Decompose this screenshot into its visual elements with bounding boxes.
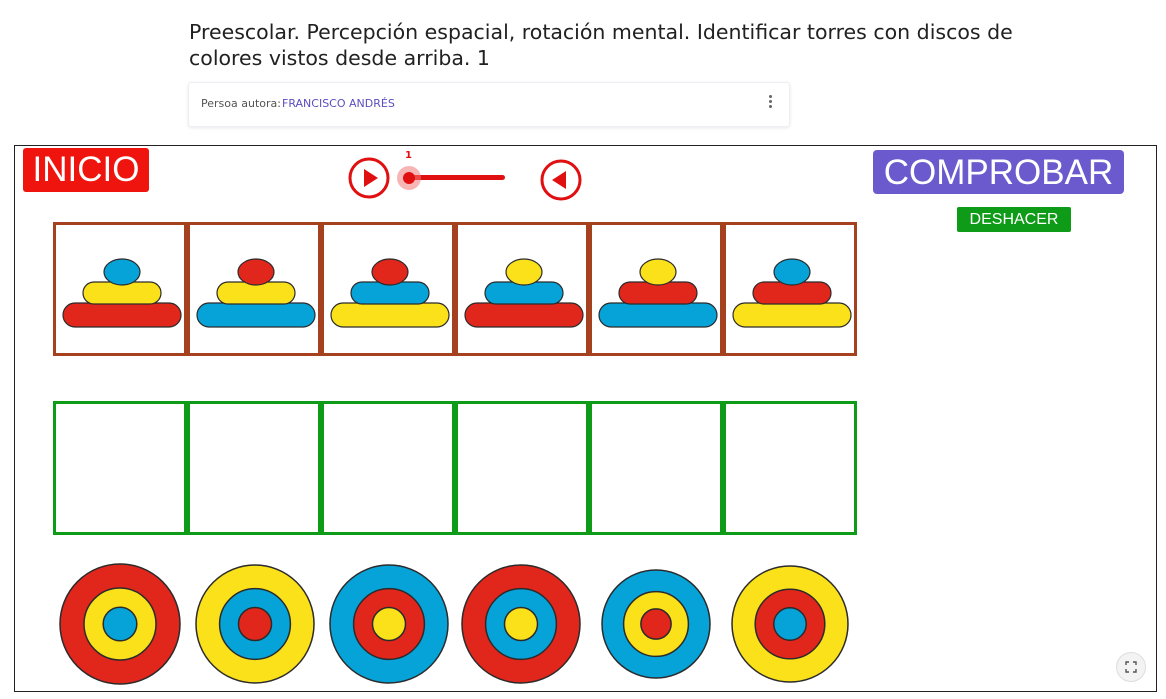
top-view-target[interactable] (731, 565, 849, 687)
tower-card (53, 222, 187, 356)
author-link[interactable]: FRANCISCO ANDRÉS (282, 97, 395, 110)
check-button[interactable]: COMPROBAR (873, 150, 1124, 194)
tower-card (321, 222, 455, 356)
more-vert-icon[interactable] (767, 95, 773, 113)
page-slider-knob[interactable] (397, 166, 421, 190)
drop-zone[interactable] (53, 401, 187, 535)
drop-zone[interactable] (589, 401, 723, 535)
activity-canvas: INICIO 1 COMPROBAR DESHACER (14, 145, 1157, 692)
tower-card (187, 222, 321, 356)
top-view-target[interactable] (601, 569, 711, 683)
tower-card (723, 222, 857, 356)
top-view-target[interactable] (195, 564, 315, 688)
undo-button[interactable]: DESHACER (957, 207, 1071, 232)
author-label: Persoa autora: (201, 97, 281, 110)
drop-zone[interactable] (455, 401, 589, 535)
top-view-target[interactable] (461, 564, 581, 688)
page-title: Preescolar. Percepción espacial, rotació… (189, 20, 1013, 70)
fullscreen-icon[interactable] (1116, 652, 1146, 682)
page-slider-value: 1 (405, 150, 412, 161)
drop-zone[interactable] (187, 401, 321, 535)
tower-card (589, 222, 723, 356)
page-navigation: 1 (345, 146, 585, 206)
tower-card (455, 222, 589, 356)
top-view-target[interactable] (59, 563, 181, 689)
back-circle-icon[interactable] (539, 158, 583, 202)
author-card: Persoa autora: FRANCISCO ANDRÉS (188, 82, 790, 127)
play-circle-icon[interactable] (347, 156, 391, 200)
drop-zone[interactable] (321, 401, 455, 535)
start-button[interactable]: INICIO (23, 148, 149, 192)
top-view-target[interactable] (329, 564, 449, 688)
drop-zone[interactable] (723, 401, 857, 535)
